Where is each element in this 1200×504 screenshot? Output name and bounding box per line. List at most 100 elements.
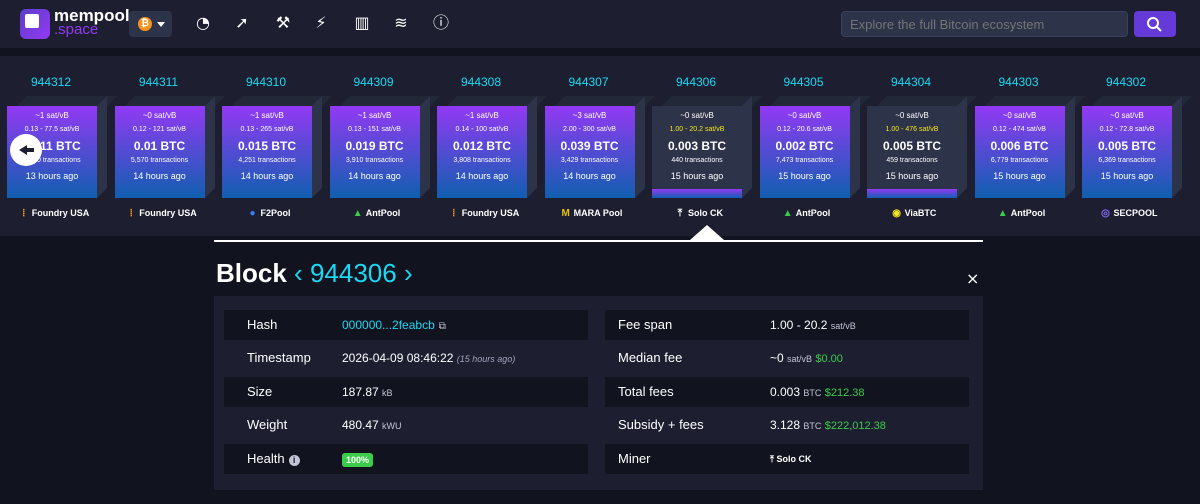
- health-row: Health i 100%: [224, 444, 588, 474]
- search-button[interactable]: [1134, 11, 1176, 37]
- block-height-944309[interactable]: 944309: [329, 75, 419, 89]
- block-pool[interactable]: ⦙ Foundry USA: [107, 208, 217, 219]
- block-total-btc: 0.003 BTC: [667, 139, 727, 153]
- subsidy-value: 3.128: [770, 418, 801, 432]
- block-cube[interactable]: ~0 sat/vB 1.00 - 476 sat/vB 0.005 BTC 459 t…: [867, 96, 977, 198]
- docs-icon[interactable]: ≋: [390, 12, 412, 34]
- rocket-icon[interactable]: ➚: [231, 12, 253, 34]
- block-total-btc: 0.015 BTC: [237, 139, 297, 153]
- block-time-ago: 14 hours ago: [455, 171, 509, 181]
- block-median-fee: ~0 sat/vB: [680, 111, 714, 120]
- medianfee-value: ~0: [770, 351, 784, 365]
- block-total-btc: 0.002 BTC: [775, 139, 834, 153]
- graphs-icon[interactable]: ▥: [351, 12, 373, 34]
- block-fee-range: 0.13 - 265 sat/vB: [240, 126, 294, 133]
- block-median-fee: ~0 sat/vB: [895, 111, 929, 120]
- block-pool-name: AntPool: [1010, 208, 1046, 218]
- cube-side: [419, 96, 430, 198]
- block-pool[interactable]: ◉ ViaBTC: [859, 208, 969, 219]
- block-fee-range: 0.12 - 121 sat/vB: [133, 126, 186, 133]
- logo-text[interactable]: mempool .space: [54, 7, 130, 37]
- selected-block-pointer: [690, 225, 724, 240]
- block-pool[interactable]: ▲ AntPool: [752, 208, 862, 219]
- block-cube[interactable]: ~1 sat/vB 0.13 - 265 sat/vB 0.015 BTC 4,251…: [222, 96, 332, 198]
- block-height-944312[interactable]: 944312: [6, 75, 96, 89]
- foundry-icon: ⦙: [452, 208, 455, 219]
- weight-label: Weight: [247, 417, 288, 432]
- dashboard-icon[interactable]: ◔: [192, 12, 214, 34]
- block-height-944305[interactable]: 944305: [759, 75, 849, 89]
- cube-side: [1172, 96, 1182, 198]
- block-height-944307[interactable]: 944307: [544, 75, 634, 89]
- totalfees-unit: BTC: [803, 388, 822, 398]
- block-total-btc: 0.01 BTC: [133, 139, 186, 153]
- foundry-icon: ⦙: [130, 208, 133, 219]
- block-pool[interactable]: ● F2Pool: [214, 208, 324, 219]
- timestamp-label: Timestamp: [247, 350, 311, 365]
- block-cube[interactable]: ~1 sat/vB 0.13 - 151 sat/vB 0.019 BTC 3,910…: [329, 96, 440, 198]
- block-pool[interactable]: ⤒ Solo CK: [644, 208, 754, 219]
- block-tx-count: 3,808 transactions: [453, 157, 511, 164]
- previous-block-chevron-icon[interactable]: ‹: [294, 258, 303, 288]
- block-pool-name: ViaBTC: [904, 208, 937, 218]
- medianfee-usd: $0.00: [815, 353, 843, 365]
- cube-side: [312, 96, 322, 198]
- block-pool-name: MARA Pool: [573, 208, 623, 218]
- lightning-icon[interactable]: ⚡: [310, 12, 332, 34]
- miner-value-wrap[interactable]: ⤒ Solo CK: [770, 444, 812, 474]
- block-pool[interactable]: ▲ AntPool: [322, 208, 432, 219]
- totalfees-value: 0.003: [770, 385, 801, 399]
- block-cube[interactable]: ~0 sat/vB 0.12 - 20.6 sat/vB 0.002 BTC 7,47…: [759, 96, 870, 198]
- block-pool[interactable]: M MARA Pool: [537, 208, 647, 219]
- miner-value[interactable]: Solo CK: [777, 454, 812, 464]
- block-height-944304[interactable]: 944304: [866, 75, 956, 89]
- block-cube[interactable]: ~0 sat/vB 0.12 - 474 sat/vB 0.006 BTC 6,779…: [974, 96, 1085, 198]
- block-height-944308[interactable]: 944308: [436, 75, 526, 89]
- block-total-btc: 0.012 BTC: [452, 139, 512, 153]
- block-pool[interactable]: ◎ SECPOOL: [1074, 208, 1184, 219]
- block-height-944306[interactable]: 944306: [651, 75, 741, 89]
- block-median-fee: ~3 sat/vB: [572, 111, 607, 120]
- block-height-944310[interactable]: 944310: [221, 75, 311, 89]
- next-block-chevron-icon[interactable]: ›: [404, 258, 413, 288]
- block-pool-name: Foundry USA: [31, 208, 90, 218]
- totalfees-usd: $212.38: [824, 387, 865, 399]
- block-pool[interactable]: ▲ AntPool: [967, 208, 1077, 219]
- mempool-logo[interactable]: [20, 9, 50, 39]
- block-cube[interactable]: ~3 sat/vB 2.00 - 300 sat/vB 0.039 BTC 3,429…: [544, 96, 655, 198]
- block-cube[interactable]: ~1 sat/vB 0.14 - 100 sat/vB 0.012 BTC 3,808…: [437, 96, 547, 198]
- antpool-icon: ▲: [997, 208, 1008, 219]
- block-time-ago: 15 hours ago: [885, 171, 939, 181]
- block-tx-count: 3,429 transactions: [560, 157, 619, 164]
- about-icon[interactable]: ⓘ: [430, 12, 452, 34]
- health-value-wrap: 100%: [342, 444, 374, 474]
- cube-face: ~0 sat/vB 0.12 - 20.6 sat/vB 0.002 BTC 7,47…: [759, 106, 850, 198]
- antpool-icon: ▲: [352, 208, 363, 219]
- block-median-fee: ~0 sat/vB: [1002, 111, 1037, 120]
- timestamp-value: 2026-04-09 08:46:22: [342, 351, 454, 365]
- info-icon[interactable]: i: [288, 455, 300, 466]
- cube-side: [957, 96, 967, 198]
- block-pool-name: SECPOOL: [1113, 208, 1158, 218]
- block-cube[interactable]: ~0 sat/vB 1.00 - 20.2 sat/vB 0.003 BTC 440 …: [652, 96, 762, 198]
- block-height-944303[interactable]: 944303: [974, 75, 1064, 89]
- back-arrow-icon[interactable]: [10, 134, 42, 166]
- block-fee-range: 0.13 - 151 sat/vB: [348, 126, 401, 133]
- block-pool[interactable]: ⦙ Foundry USA: [429, 208, 539, 219]
- medianfee-value-wrap: ~0 sat/vB $0.00: [770, 343, 843, 374]
- hash-value[interactable]: 000000...2feabcb: [342, 318, 435, 332]
- block-time-ago: 14 hours ago: [240, 171, 294, 181]
- block-height-944302[interactable]: 944302: [1081, 75, 1171, 89]
- close-icon[interactable]: ×: [966, 269, 979, 288]
- copy-icon[interactable]: ⧉: [439, 312, 446, 342]
- block-pool[interactable]: ⦙ Foundry USA: [0, 208, 109, 219]
- block-pool-name: Foundry USA: [139, 208, 197, 218]
- cube-side: [742, 96, 752, 198]
- block-cube[interactable]: ~0 sat/vB 0.12 - 121 sat/vB 0.01 BTC 5,570 …: [114, 96, 225, 198]
- block-median-fee: ~0 sat/vB: [1110, 111, 1144, 120]
- block-cube[interactable]: ~0 sat/vB 0.12 - 72.8 sat/vB 0.005 BTC 6,36…: [1082, 96, 1192, 198]
- block-height-944311[interactable]: 944311: [114, 75, 204, 89]
- search-input[interactable]: [841, 11, 1128, 37]
- network-selector[interactable]: ₿: [129, 11, 172, 37]
- mining-icon[interactable]: ⚒: [272, 12, 294, 34]
